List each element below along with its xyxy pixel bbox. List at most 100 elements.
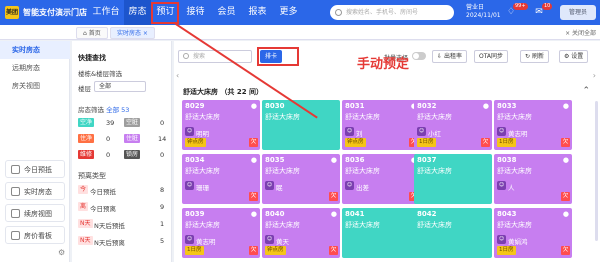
calendar-icon (11, 165, 20, 174)
status-tag-repair[interactable]: 维修 (78, 150, 95, 159)
room-type: 舒适大床房 (185, 113, 220, 121)
sidebar-realtime-button[interactable]: 实时房态 (5, 182, 65, 200)
reservation-highlight-box (151, 2, 179, 24)
stay-type-tag: 钟点房 (265, 246, 286, 255)
room-type: 舒适大床房 (417, 221, 452, 229)
chevron-left-icon[interactable]: ‹ (176, 71, 179, 80)
global-search-placeholder: 搜索姓名、手机号、房间号 (346, 9, 419, 16)
global-search-input[interactable]: 搜索姓名、手机号、房间号 (330, 5, 454, 20)
floor-filter-label: 楼栋&楼层筛选 (78, 70, 123, 78)
occupancy-button[interactable]: ⇩ 出租率 (432, 50, 467, 63)
user-menu[interactable]: 管理员 (560, 5, 596, 20)
collapse-icon[interactable]: ⌃ (582, 86, 590, 96)
sidebar-item-realtime[interactable]: 实时房态 (0, 41, 70, 59)
nav-room-status[interactable]: 房态 (124, 0, 151, 25)
occupied-icon: ● (482, 102, 489, 110)
store-name[interactable]: 智能支付演示门店 (23, 7, 87, 18)
nav-more[interactable]: 更多 (275, 0, 302, 25)
room-number: 8043 (497, 210, 517, 218)
sidebar-item-future[interactable]: 远期房态 (0, 59, 70, 77)
sidebar-button-label: 续房视图 (24, 210, 52, 218)
room-type: 舒适大床房 (417, 167, 452, 175)
reserve-count: 9 (160, 203, 165, 211)
guest-icon: ☺ (185, 235, 194, 244)
room-card[interactable]: 8031舒适大床房●☺刘钟点房欠 (342, 100, 420, 150)
nav-member[interactable]: 会员 (213, 0, 240, 25)
reserve-n-days-leave[interactable]: N天后预离 (94, 237, 125, 247)
floor-select[interactable]: 全部 (94, 81, 146, 92)
annotation-text: 手动预定 (357, 57, 410, 72)
scrollbar[interactable] (595, 101, 598, 241)
guest-name: 黄志明 (196, 238, 216, 246)
nav-reports[interactable]: 报表 (244, 0, 271, 25)
reserve-today-leave[interactable]: 今日预离 (90, 203, 116, 213)
guest-icon: ☺ (417, 127, 426, 136)
room-number: 8042 (417, 210, 437, 218)
nav-workbench[interactable]: 工作台 (88, 0, 124, 25)
bell-badge: 99+ (513, 3, 528, 10)
reserve-n-days-arrive[interactable]: N天后预抵 (94, 220, 125, 230)
guest-name: 黄娟鸿 (508, 238, 528, 246)
sidebar-continue-view-button[interactable]: 续房视图 (5, 204, 65, 222)
batch-select-toggle[interactable] (412, 52, 426, 60)
status-tag-occupied-clean[interactable]: 住净 (78, 134, 95, 143)
settings-button[interactable]: ⚙ 设置 (559, 50, 589, 63)
room-card[interactable]: 8042 舒适大床房 (414, 208, 492, 258)
reserve-tag: N天 (78, 219, 93, 228)
floor-label: 楼层 (78, 85, 91, 93)
status-tag-occupied-dirty[interactable]: 住脏 (124, 134, 141, 143)
room-card[interactable]: 8029 舒适大床房 ● ☺ 明明 钟点房 欠 (182, 100, 260, 150)
sidebar-price-board-button[interactable]: 房价看板 (5, 226, 65, 244)
room-card[interactable]: 8036舒适大床房●☺出差欠 (342, 154, 420, 204)
tab-realtime-label: 实时房态 (117, 30, 142, 37)
room-card[interactable]: 8032 舒适大床房 ● ☺ 小红 1日房 欠 (414, 100, 492, 150)
close-all-tabs-button[interactable]: × 关闭全部 (565, 28, 596, 37)
room-card[interactable]: 8033 舒适大床房 ● ☺ 黄志明 1日房 欠 (494, 100, 572, 150)
sidebar-button-label: 今日预抵 (24, 166, 52, 174)
status-tag-vacant-clean[interactable]: 空净 (78, 118, 95, 127)
status-count: 0 (160, 151, 165, 159)
room-card[interactable]: 8040 舒适大床房 ● ☺ 黄天 钟点房 欠 (262, 208, 340, 258)
room-type: 舒适大床房 (345, 167, 380, 175)
room-card[interactable]: 8034 舒适大床房 ● ☺ 珊珊欠 (182, 154, 260, 204)
chevron-right-icon[interactable]: › (593, 71, 596, 80)
refresh-label: 刷新 (531, 53, 544, 60)
gear-icon[interactable]: ⚙ (58, 248, 65, 257)
room-card[interactable]: 8035 舒适大床房 ● ☺ 眠欠 (262, 154, 340, 204)
room-search-input[interactable]: 搜索 (178, 50, 252, 63)
stay-type-tag: 1日房 (417, 138, 436, 147)
occupied-icon: ● (330, 210, 337, 218)
ota-sync-button[interactable]: OTA同步 (474, 50, 509, 63)
room-card[interactable]: 8041 舒适大床房 (342, 208, 420, 258)
room-number: 8030 (265, 102, 285, 110)
quick-find-title: 快捷查找 (78, 54, 106, 62)
status-tag-locked[interactable]: 锁房 (124, 150, 141, 159)
room-card[interactable]: 8037 舒适大床房 (414, 154, 492, 204)
sidebar: 实时房态 远期房态 房关视图 今日预抵 实时房态 续房视图 房价看板 ⚙ (0, 41, 70, 262)
guest-icon: ☺ (185, 127, 194, 136)
reserve-type-title: 预离类型 (78, 172, 106, 180)
owing-badge: 欠 (329, 246, 338, 255)
room-card[interactable]: 8039 舒适大床房 ● ☺ 黄志明 1日房 欠 (182, 208, 260, 258)
tab-home[interactable]: ⌂ 首页 (76, 27, 108, 39)
nav-reception[interactable]: 接待 (182, 0, 209, 25)
sidebar-today-arrivals-button[interactable]: 今日预抵 (5, 160, 65, 178)
room-number: 8036 (345, 156, 365, 164)
refresh-button[interactable]: ↻ 刷新 (520, 50, 549, 63)
room-number: 8029 (185, 102, 205, 110)
sidebar-item-room-view[interactable]: 房关视图 (0, 77, 70, 95)
room-type: 舒适大床房 (497, 167, 532, 175)
guest-name: 刘 (356, 130, 363, 138)
room-number: 8032 (417, 102, 437, 110)
chart-icon (11, 231, 20, 240)
tab-realtime-status[interactable]: 实时房态 × (110, 27, 155, 39)
sidebar-button-label: 实时房态 (24, 188, 52, 196)
room-card[interactable]: 8043 舒适大床房 ● ☺ 黄娟鸿 1日房 欠 (494, 208, 572, 258)
reserve-today-arrive[interactable]: 今日预抵 (90, 186, 116, 196)
status-filter-label: 房态筛选 全部 53 (78, 104, 129, 114)
room-card[interactable]: 8038 舒适大床房 ● ☺ 人欠 (494, 154, 572, 204)
status-tag-vacant-dirty[interactable]: 空脏 (124, 118, 141, 127)
room-type: 舒适大床房 (185, 221, 220, 229)
guest-name: 出差 (356, 184, 369, 192)
guest-icon: ☺ (345, 127, 354, 136)
